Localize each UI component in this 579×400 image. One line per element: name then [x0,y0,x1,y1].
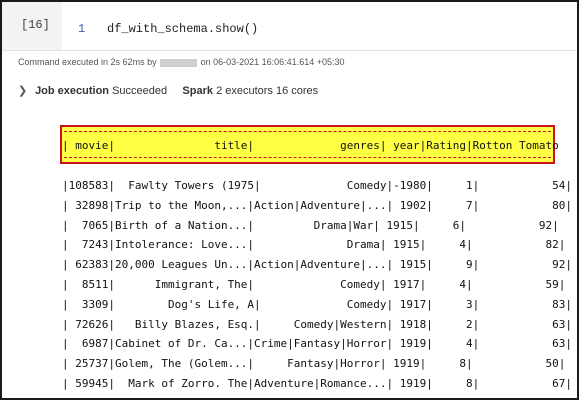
cell-execution-count: [16] [21,18,50,32]
code-editor-line[interactable]: df_with_schema.show() [107,22,258,36]
execution-suffix: on 06-03-2021 16:06:41.614 +05:30 [200,57,345,67]
table-row: | 8511| Immigrant, The| Comedy| 1917| 4|… [62,278,566,291]
table-row: | 3309| Dog's Life, A| Comedy| 1917| 3| … [62,297,572,311]
table-row: |108583| Fawlty Towers (1975| Comedy|-19… [62,179,572,192]
table-row: | 59945| Mark of Zorro. The|Adventure|Ro… [62,377,572,390]
chevron-right-icon[interactable]: ❯ [18,84,32,97]
redacted-username [160,58,198,67]
job-status: Succeeded [112,85,168,97]
table-header-row: | movie| title| genres| year|Rating|Rott… [62,139,559,152]
execution-prefix: Command executed in 2s 62ms by [18,57,157,67]
job-execution-label: Job execution [35,85,110,97]
spark-info: 2 executors 16 cores [216,85,319,97]
spark-label: Spark [182,85,213,97]
execution-info: Command executed in 2s 62ms by on 06-03-… [18,57,345,67]
table-row: | 25737|Golem, The (Golem...| Fantasy|Ho… [62,357,566,371]
table-row: | 32898|Trip to the Moon,...|Action|Adve… [62,198,572,212]
table-row: | 6987|Cabinet of Dr. Ca...|Crime|Fantas… [62,337,572,351]
table-row: | 62383|20,000 Leagues Un...|Action|Adve… [62,258,572,272]
job-execution-row[interactable]: ❯ Job execution Succeeded Spark 2 execut… [18,84,318,97]
table-row: | 7243|Intolerance: Love...| Drama| 1915… [62,238,566,252]
cell-gutter: [16] [2,2,62,50]
table-row: | 72626| Billy Blazes, Esq.| Comedy|West… [62,317,572,331]
code-line-number: 1 [78,22,86,36]
table-row: | 7065|Birth of a Nation...| Drama|War| … [62,218,559,232]
notebook-cell: [16] 1 df_with_schema.show() Command exe… [0,0,579,400]
cell-divider [2,50,577,51]
